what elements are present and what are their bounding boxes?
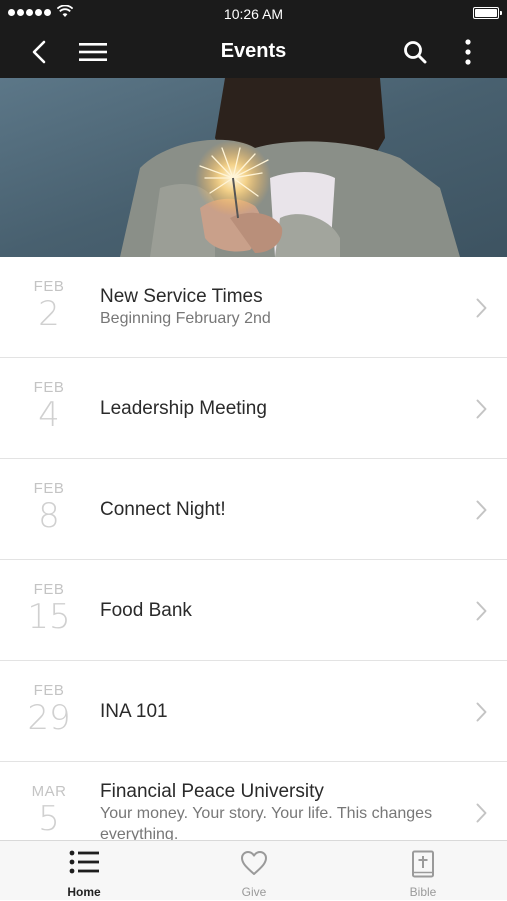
event-subtitle: Beginning February 2nd — [100, 310, 271, 327]
event-day: 4 — [38, 395, 60, 435]
heart-icon — [241, 851, 267, 875]
event-date: FEB 4 — [20, 379, 78, 433]
event-date: FEB 2 — [20, 278, 78, 332]
event-title: New Service Times — [100, 286, 263, 307]
sparkler-photo — [0, 78, 507, 257]
tab-label: Bible — [409, 885, 437, 899]
event-title: Financial Peace University — [100, 781, 324, 802]
tab-home[interactable]: Home — [24, 841, 144, 901]
chevron-right-icon — [476, 702, 487, 722]
event-date: FEB 29 — [20, 682, 78, 736]
chevron-right-icon — [476, 803, 487, 823]
event-row[interactable]: FEB 2 New Service Times Beginning Februa… — [0, 257, 507, 358]
tab-give[interactable]: Give — [194, 841, 314, 901]
more-options-button[interactable] — [456, 26, 480, 78]
event-date: FEB 15 — [20, 581, 78, 635]
chevron-right-icon — [476, 399, 487, 419]
search-icon — [404, 41, 427, 64]
tab-bible[interactable]: Bible — [363, 841, 483, 901]
page-title: Events — [220, 40, 287, 62]
nav-bar: Events — [0, 26, 507, 78]
event-title: INA 101 — [100, 700, 168, 722]
tab-label: Home — [67, 885, 101, 899]
event-title: Food Bank — [100, 599, 192, 621]
event-day: 2 — [38, 294, 60, 334]
chevron-right-icon — [476, 298, 487, 318]
event-day: 5 — [38, 799, 60, 839]
event-title: Connect Night! — [100, 498, 226, 520]
events-list: FEB 2 New Service Times Beginning Februa… — [0, 257, 507, 840]
event-day: 8 — [38, 496, 60, 536]
battery-icon — [473, 7, 502, 19]
tab-label: Give — [241, 885, 267, 899]
status-bar: 10:26 AM — [0, 0, 507, 26]
event-row[interactable]: FEB 29 INA 101 — [0, 661, 507, 762]
event-row[interactable]: FEB 15 Food Bank — [0, 560, 507, 661]
chevron-right-icon — [476, 500, 487, 520]
event-date: FEB 8 — [20, 480, 78, 534]
bible-icon — [412, 850, 434, 878]
chevron-right-icon — [476, 601, 487, 621]
search-button[interactable] — [400, 26, 430, 78]
tab-bar: Home Give Bible — [0, 840, 507, 900]
event-day: 29 — [27, 698, 71, 738]
hero-image — [0, 78, 507, 257]
list-icon — [69, 850, 99, 874]
event-row[interactable]: MAR 5 Financial Peace University Your mo… — [0, 762, 507, 840]
event-day: 15 — [27, 597, 71, 637]
event-subtitle: Your money. Your story. Your life. This … — [100, 805, 433, 840]
more-vertical-icon — [465, 39, 471, 65]
event-row[interactable]: FEB 4 Leadership Meeting — [0, 358, 507, 459]
event-date: MAR 5 — [20, 783, 78, 837]
event-row[interactable]: FEB 8 Connect Night! — [0, 459, 507, 560]
status-time: 10:26 AM — [223, 6, 284, 22]
event-title: Leadership Meeting — [100, 397, 267, 419]
